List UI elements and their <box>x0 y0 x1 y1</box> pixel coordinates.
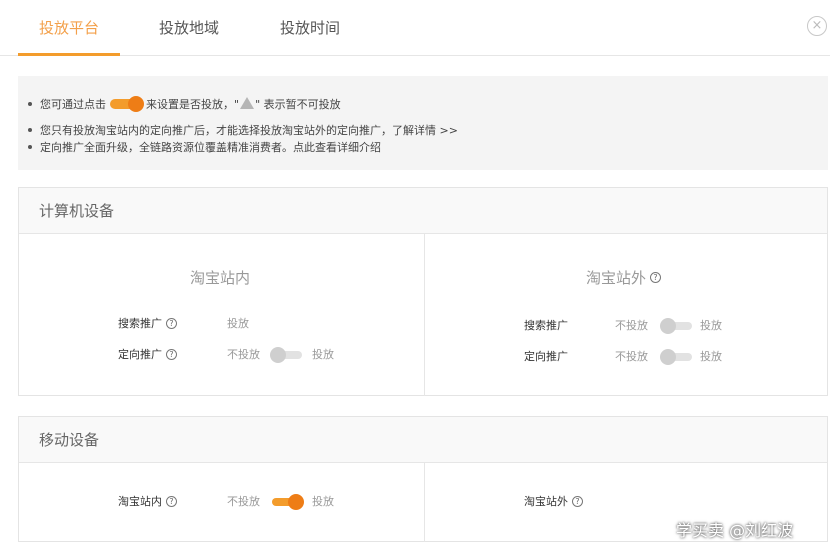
watermark: 学买卖 @刘红波 <box>676 521 794 540</box>
toggle-on-label: 投放 <box>312 348 334 361</box>
info-notice: 您可通过点击 来设置是否投放，" " 表示暂不可投放 您只有投放淘宝站内的定向推广后… <box>18 76 828 170</box>
tab-time[interactable]: 投放时间 <box>263 14 357 42</box>
toggle-off-label: 不投放 <box>615 350 648 363</box>
info-line-upgrade: 定向推广全面升级，全链路资源位覆盖精准消费者。点此查看详细介绍 <box>28 140 381 156</box>
panel-title: 移动设备 <box>19 417 827 463</box>
help-circle-icon[interactable]: ? <box>650 272 662 283</box>
search-promo-label: 搜索推广 <box>524 319 568 332</box>
toggle-example-icon <box>110 96 144 112</box>
info-line-requirement: 您只有投放淘宝站内的定向推广后，才能选择投放淘宝站外的定向推广，了解详情 >> <box>28 123 458 139</box>
close-icon[interactable]: × <box>807 16 827 36</box>
bullet-icon <box>28 128 32 132</box>
column-title-taobao-inside: 淘宝站内 <box>190 269 251 287</box>
view-details-link[interactable]: 点此查看详细介绍 <box>293 141 381 154</box>
toggle-on-label: 投放 <box>700 319 722 332</box>
toggle-on-label: 投放 <box>700 350 722 363</box>
column-title-taobao-outside: 淘宝站外? <box>586 267 662 288</box>
info-text: 您可通过点击 <box>40 98 106 111</box>
computer-devices-panel: 计算机设备 淘宝站内 搜索推广? 投放 定向推广? 不投放 投放 淘宝站外? 搜… <box>18 187 828 396</box>
info-text: 您只有投放淘宝站内的定向推广后，才能选择投放淘宝站外的定向推广， <box>40 124 392 137</box>
tab-bar: 投放平台 投放地域 投放时间 × <box>0 0 830 56</box>
mobile-taobao-inside-toggle[interactable] <box>272 494 304 510</box>
tab-region[interactable]: 投放地域 <box>142 14 236 42</box>
help-circle-icon[interactable]: ? <box>572 495 583 507</box>
toggle-off-label: 不投放 <box>227 348 260 361</box>
help-circle-icon[interactable]: ? <box>166 495 177 507</box>
targeted-promo-label: 定向推广? <box>118 346 177 362</box>
info-text: 来设置是否投放，" <box>146 98 240 111</box>
info-text: " 表示暂不可投放 <box>255 98 341 111</box>
learn-more-link[interactable]: 了解详情 >> <box>392 124 458 137</box>
targeted-promo-label: 定向推广 <box>524 350 568 363</box>
column-divider <box>424 463 425 542</box>
search-promo-value: 投放 <box>227 317 249 330</box>
targeted-promo-toggle[interactable] <box>270 347 302 363</box>
toggle-off-label: 不投放 <box>615 319 648 332</box>
info-text: 定向推广全面升级，全链路资源位覆盖精准消费者。 <box>40 141 293 154</box>
panel-title: 计算机设备 <box>19 188 827 234</box>
warning-triangle-icon <box>240 97 255 109</box>
tab-platform[interactable]: 投放平台 <box>22 14 116 42</box>
bullet-icon <box>28 145 32 149</box>
mobile-taobao-inside-label: 淘宝站内? <box>118 493 177 509</box>
help-circle-icon[interactable]: ? <box>166 317 177 329</box>
info-line-toggle-hint: 您可通过点击 来设置是否投放，" " 表示暂不可投放 <box>28 96 341 113</box>
toggle-on-label: 投放 <box>312 495 334 508</box>
mobile-taobao-outside-label: 淘宝站外? <box>524 493 583 509</box>
toggle-off-label: 不投放 <box>227 495 260 508</box>
active-tab-indicator <box>18 53 120 56</box>
bullet-icon <box>28 102 32 106</box>
column-divider <box>424 234 425 396</box>
outside-search-promo-toggle[interactable] <box>660 318 692 334</box>
search-promo-label: 搜索推广? <box>118 315 177 331</box>
outside-targeted-promo-toggle[interactable] <box>660 349 692 365</box>
help-circle-icon[interactable]: ? <box>166 348 177 360</box>
